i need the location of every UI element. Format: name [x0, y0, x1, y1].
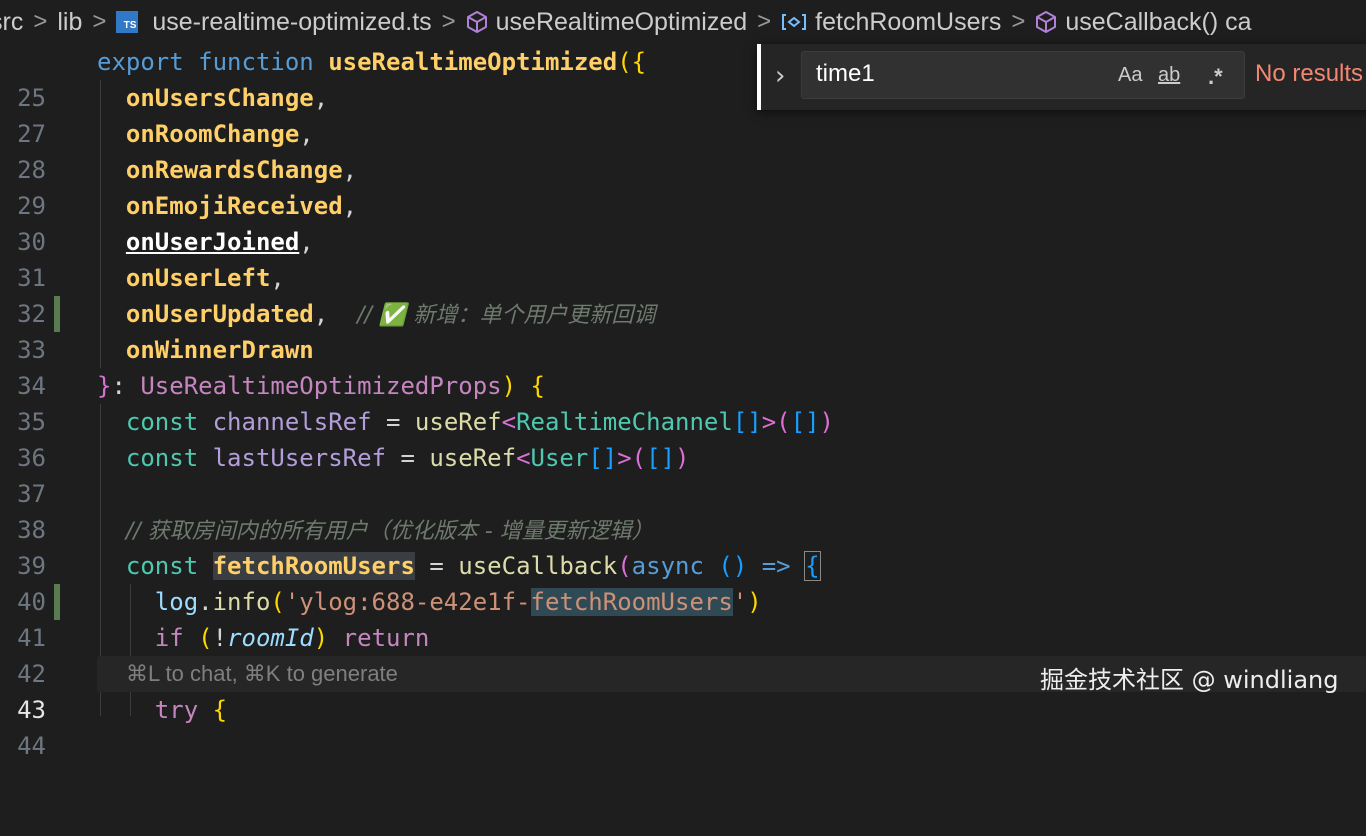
code-editor[interactable]: 25 export function useRealtimeOptimized(… [0, 44, 1366, 760]
match-case-toggle[interactable]: Aa [1118, 64, 1142, 87]
breadcrumb-lib[interactable]: lib [57, 8, 82, 37]
breadcrumb-file[interactable]: TS use-realtime-optimized.ts [116, 8, 432, 37]
word-highlight: fetchRoomUsers [212, 552, 415, 580]
variable-icon [782, 14, 807, 30]
breadcrumb-separator: > [757, 8, 772, 35]
code-line: 42 if (!roomId) return [0, 620, 1366, 688]
breadcrumb: src > lib > TS use-realtime-optimized.ts… [0, 0, 1366, 44]
breadcrumb-symbol-variable[interactable]: fetchRoomUsers [781, 8, 1001, 37]
breadcrumb-src[interactable]: src [0, 8, 23, 37]
find-input[interactable]: time1 Aa ab .* [801, 51, 1245, 99]
find-widget: › time1 Aa ab .* No results [757, 44, 1366, 110]
code-comment: // ✅ 新增：单个用户更新回调 [357, 303, 656, 328]
watermark: 掘金技术社区 @ windliang [1040, 666, 1339, 694]
breadcrumb-symbol-callback[interactable]: useCallback() ca [1035, 8, 1252, 37]
code-line: 35 }: UseRealtimeOptimizedProps) { [0, 368, 1366, 436]
code-line: 44 try { [0, 692, 1366, 760]
code-line: 38 [0, 476, 1366, 544]
code-line: 32 onUserLeft, [0, 260, 1366, 328]
whole-word-toggle[interactable]: ab [1158, 64, 1180, 87]
ai-hint: ⌘L to chat, ⌘K to generate [126, 661, 398, 686]
code-line: 31 onUserJoined, [0, 224, 1366, 292]
breadcrumb-separator: > [441, 8, 456, 35]
breadcrumb-symbol-function[interactable]: useRealtimeOptimized [466, 8, 747, 37]
code-line: 39 // 获取房间内的所有用户（优化版本 - 增量更新逻辑） [0, 512, 1366, 580]
code-line: 36 const channelsRef = useRef<RealtimeCh… [0, 404, 1366, 472]
regex-toggle[interactable]: .* [1208, 64, 1223, 90]
typescript-file-icon: TS [116, 11, 139, 33]
code-comment: // 获取房间内的所有用户（优化版本 - 增量更新逻辑） [125, 519, 654, 544]
code-line: 41 log.info('ylog:688-e42e1f-fetchRoomUs… [0, 584, 1366, 652]
method-cube-icon [466, 11, 487, 33]
breadcrumb-separator: > [92, 8, 107, 35]
method-cube-icon [1036, 11, 1057, 33]
breadcrumb-separator: > [33, 8, 48, 35]
bracket-match: { [804, 551, 821, 581]
line-number: 44 [17, 732, 46, 760]
code-line: 29 onRewardsChange, [0, 152, 1366, 220]
code-line: 33 onUserUpdated, // ✅ 新增：单个用户更新回调 [0, 296, 1366, 364]
find-status: No results [1255, 60, 1364, 87]
breadcrumb-separator: > [1011, 8, 1026, 35]
code-line: 30 onEmojiReceived, [0, 188, 1366, 256]
code-line: 40 const fetchRoomUsers = useCallback(as… [0, 548, 1366, 616]
chevron-right-icon[interactable]: › [775, 62, 785, 90]
code-line: 28 onRoomChange, [0, 116, 1366, 184]
code-line: 34 onWinnerDrawn [0, 332, 1366, 400]
code-line: 37 const lastUsersRef = useRef<User[]>([… [0, 440, 1366, 508]
